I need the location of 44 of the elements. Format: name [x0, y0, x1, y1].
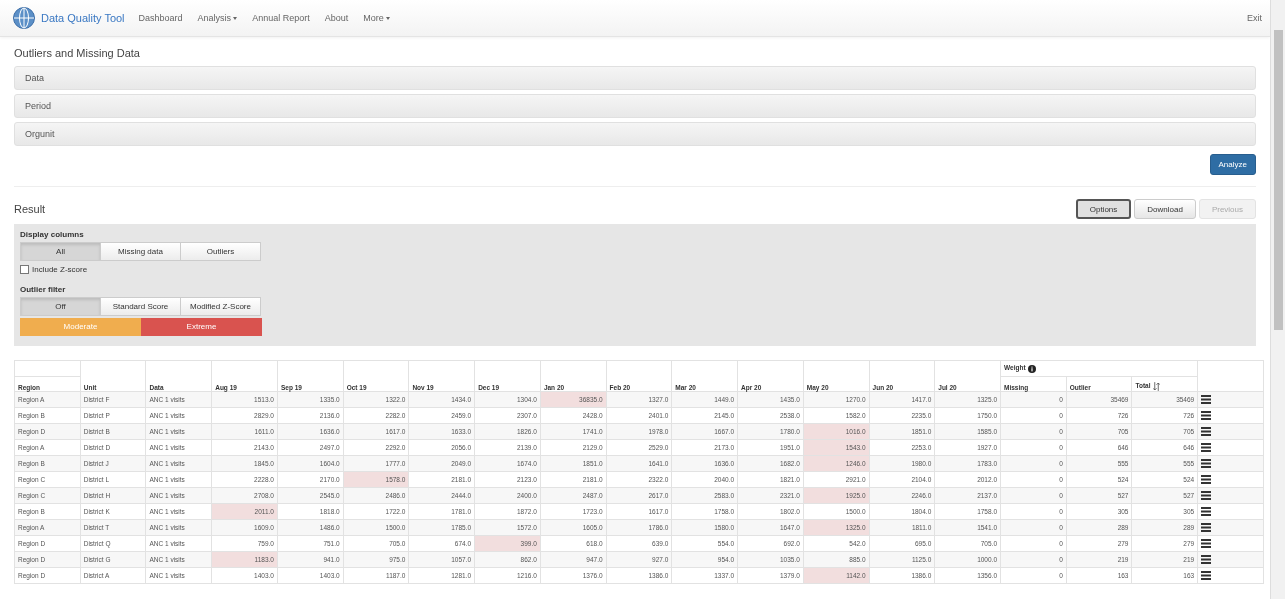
option-label: Outlier filter — [20, 285, 67, 294]
action-button[interactable]: Options — [1075, 199, 1132, 219]
section-title: Result — [14, 203, 46, 215]
caret-icon — [385, 16, 390, 20]
list-icon[interactable] — [1201, 507, 1212, 516]
nav-link[interactable]: Dashboard — [138, 13, 183, 23]
info-icon[interactable] — [1027, 364, 1036, 373]
severity-legend: Moderate — [20, 318, 141, 336]
list-icon[interactable] — [1201, 411, 1212, 420]
nav-link[interactable]: Annual Report — [252, 13, 310, 23]
toggle-button[interactable]: Off — [20, 297, 101, 316]
toggle-button[interactable]: Missing data — [100, 242, 181, 261]
toggle-button[interactable]: All — [20, 242, 101, 261]
option-label: Display columns — [20, 230, 85, 239]
list-icon[interactable] — [1201, 427, 1212, 436]
brand-link[interactable]: Data Quality Tool — [41, 12, 125, 24]
analyze-button[interactable]: Analyze — [1209, 154, 1256, 175]
nav-link[interactable]: About — [324, 13, 349, 23]
list-icon[interactable] — [1201, 475, 1212, 484]
action-button[interactable]: Download — [1134, 199, 1196, 219]
list-icon[interactable] — [1201, 523, 1212, 532]
collapsible-panel[interactable]: Period — [14, 94, 1256, 118]
page-title: Outliers and Missing Data — [14, 47, 141, 59]
globe-logo-icon[interactable] — [12, 6, 36, 30]
checkbox-label: Include Z-score — [32, 265, 88, 274]
sort-icon[interactable] — [1152, 382, 1160, 391]
list-icon[interactable] — [1201, 491, 1212, 500]
nav-link[interactable]: More — [363, 13, 390, 23]
exit-link[interactable]: Exit — [1247, 13, 1262, 23]
toggle-button[interactable]: Modified Z-Score — [180, 297, 261, 316]
list-icon[interactable] — [1201, 555, 1212, 564]
caret-icon — [233, 16, 238, 20]
nav-link[interactable]: Analysis — [197, 13, 238, 23]
severity-legend: Extreme — [141, 318, 262, 336]
list-icon[interactable] — [1201, 459, 1212, 468]
checkbox[interactable] — [20, 265, 29, 274]
list-icon[interactable] — [1201, 571, 1212, 580]
collapsible-panel[interactable]: Data — [14, 66, 1256, 90]
list-icon[interactable] — [1201, 443, 1212, 452]
toggle-button[interactable]: Standard Score — [100, 297, 181, 316]
toggle-button[interactable]: Outliers — [180, 242, 261, 261]
list-icon[interactable] — [1201, 539, 1212, 548]
list-icon[interactable] — [1201, 395, 1212, 404]
collapsible-panel[interactable]: Orgunit — [14, 122, 1256, 146]
